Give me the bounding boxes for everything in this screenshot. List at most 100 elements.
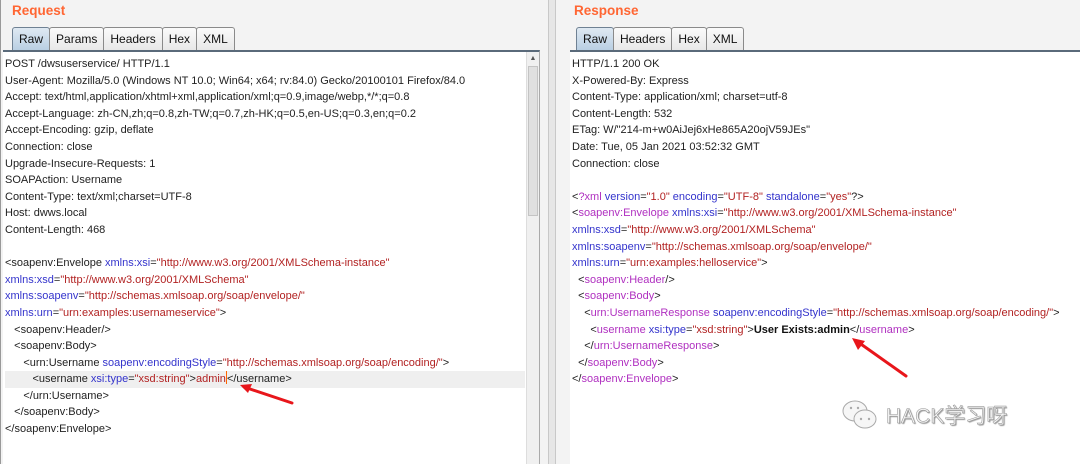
- text-line: <soapenv:Header/>: [572, 272, 1066, 289]
- scroll-up-icon[interactable]: ▲: [527, 55, 539, 62]
- text-segment: soapenv:Body: [587, 356, 658, 369]
- text-segment: version: [601, 190, 641, 203]
- text-segment: <: [572, 273, 585, 286]
- red-arrow-annotation: [852, 338, 908, 378]
- request-title: Request: [12, 3, 66, 18]
- text-line: Connection: close: [572, 156, 1066, 173]
- text-segment: "http://schemas.xmlsoap.org/soap/envelop…: [84, 290, 305, 303]
- text-line: POST /dwsuserservice/ HTTP/1.1: [5, 56, 525, 73]
- text-segment: <urn:Username: [5, 356, 103, 369]
- tab-headers[interactable]: Headers: [103, 27, 163, 50]
- split-pane-divider[interactable]: [548, 0, 556, 464]
- text-line: Content-Length: 468: [5, 222, 525, 239]
- text-segment: soapenv:encodingStyle: [102, 356, 217, 369]
- tab-params[interactable]: Params: [49, 27, 105, 50]
- text-segment: <username: [5, 373, 91, 386]
- text-segment: </urn:Username>: [5, 389, 109, 402]
- text-segment: xmlns:xsi: [668, 207, 718, 220]
- wechat-icon: [842, 400, 877, 429]
- scrollbar-thumb[interactable]: [528, 66, 538, 216]
- text-line: <?xml version="1.0" encoding="UTF-8" sta…: [572, 189, 1066, 206]
- watermark-text: HACK学习呀: [886, 405, 1008, 429]
- text-line: </soapenv:Body>: [572, 355, 1066, 372]
- text-line: SOAPAction: Username: [5, 172, 525, 189]
- text-segment: "UTF-8": [723, 190, 763, 203]
- text-segment: urn:UsernameResponse: [590, 306, 710, 319]
- text-segment: >: [761, 257, 768, 270]
- text-line: X-Powered-By: Express: [572, 73, 1066, 90]
- text-line: <soapenv:Envelope xmlns:xsi="http://www.…: [572, 205, 1066, 222]
- text-line: Connection: close: [5, 139, 525, 156]
- response-tabs: Raw Headers Hex XML: [576, 27, 745, 50]
- text-segment: "xsd:string": [134, 373, 190, 386]
- text-line: [5, 239, 525, 256]
- text-line: Content-Type: text/xml;charset=UTF-8: [5, 189, 525, 206]
- text-line: </urn:UsernameResponse>: [572, 338, 1066, 355]
- tab-xml[interactable]: XML: [196, 27, 235, 50]
- text-segment: Upgrade-Insecure-Requests: 1: [5, 157, 156, 170]
- text-line: Date: Tue, 05 Jan 2021 03:52:32 GMT: [572, 139, 1066, 156]
- text-segment: soapenv:encodingStyle: [709, 306, 827, 319]
- text-segment: <soapenv:Envelope: [5, 257, 105, 270]
- text-line: xmlns:soapenv="http://schemas.xmlsoap.or…: [5, 288, 525, 305]
- text-line: xmlns:xsd="http://www.w3.org/2001/XMLSch…: [572, 222, 1066, 239]
- text-line: <soapenv:Header/>: [5, 322, 525, 339]
- text-segment: Date: Tue, 05 Jan 2021 03:52:32 GMT: [572, 140, 760, 153]
- text-line: User-Agent: Mozilla/5.0 (Windows NT 10.0…: [5, 73, 525, 90]
- text-segment: >: [442, 356, 450, 369]
- text-segment: "urn:examples:usernameservice": [59, 306, 220, 319]
- text-segment: admin: [195, 373, 226, 386]
- tab-xml[interactable]: XML: [705, 27, 745, 50]
- response-title: Response: [574, 3, 639, 18]
- text-segment: "http://schemas.xmlsoap.org/soap/encodin…: [833, 306, 1054, 319]
- text-segment: POST /dwsuserservice/ HTTP/1.1: [5, 58, 170, 70]
- text-segment: soapenv:Envelope: [578, 207, 669, 220]
- text-segment: <soapenv:Body>: [5, 340, 97, 353]
- text-segment: soapenv:Envelope: [581, 373, 672, 386]
- text-segment: </: [572, 356, 588, 369]
- text-segment: </: [572, 340, 594, 353]
- request-scrollbar[interactable]: ▲: [526, 52, 539, 464]
- text-segment: SOAPAction: Username: [5, 174, 123, 187]
- text-segment: ETag: W/"214-m+w0AiJej6xHe865A20ojV59JEs…: [572, 124, 811, 137]
- tab-headers[interactable]: Headers: [613, 27, 673, 50]
- text-segment: <: [572, 290, 585, 303]
- text-line: <urn:Username soapenv:encodingStyle="htt…: [5, 355, 525, 372]
- text-segment: "1.0": [646, 190, 670, 203]
- text-segment: <: [572, 323, 597, 336]
- text-line: xmlns:urn="urn:examples:helloservice">: [572, 255, 1066, 272]
- response-raw-text[interactable]: HTTP/1.1 200 OK X-Powered-By: Express Cont…: [572, 56, 1066, 388]
- red-arrow-annotation: [240, 384, 294, 405]
- text-line: xmlns:urn="urn:examples:usernameservice"…: [5, 305, 525, 322]
- text-segment: "http://schemas.xmlsoap.org/soap/envelop…: [651, 240, 872, 253]
- text-line: <username xsi:type="xsd:string">User Exi…: [572, 322, 1066, 339]
- text-line: <soapenv:Body>: [5, 338, 525, 355]
- text-segment: xmlns:xsd: [5, 273, 54, 286]
- response-panel: Response Raw Headers Hex XML HTTP/1.1 200 O…: [556, 0, 1080, 464]
- text-segment: "xsd:string": [692, 323, 748, 336]
- text-segment: xmlns:urn: [572, 257, 620, 270]
- request-panel: Request Raw Params Headers Hex XML POST /dws…: [0, 0, 548, 464]
- text-segment: User-Agent: Mozilla/5.0 (Windows NT 10.0…: [5, 74, 466, 87]
- text-segment: />: [665, 273, 675, 286]
- text-line: Accept-Language: zh-CN,zh;q=0.8,zh-TW;q=…: [5, 106, 525, 123]
- text-segment: "http://www.w3.org/2001/XMLSchema-instan…: [723, 207, 957, 220]
- text-segment: soapenv:Header: [584, 273, 666, 286]
- text-segment: Accept: text/html,application/xhtml+xml,…: [5, 91, 410, 104]
- text-segment: <: [572, 306, 591, 319]
- tab-hex[interactable]: Hex: [671, 27, 707, 50]
- text-segment: Content-Length: 468: [5, 223, 106, 236]
- text-segment: Accept-Encoding: gzip, deflate: [5, 124, 154, 137]
- tab-hex[interactable]: Hex: [161, 27, 198, 50]
- tab-raw[interactable]: Raw: [12, 27, 51, 50]
- text-segment: >: [219, 306, 227, 319]
- tab-raw[interactable]: Raw: [576, 27, 615, 50]
- text-line: Accept-Encoding: gzip, deflate: [5, 122, 525, 139]
- text-line: Content-Type: application/xml; charset=u…: [572, 89, 1066, 106]
- text-line: </soapenv:Envelope>: [5, 421, 525, 438]
- text-segment: <soapenv:Header/>: [5, 323, 111, 336]
- text-line: <urn:UsernameResponse soapenv:encodingSt…: [572, 305, 1066, 322]
- request-tabs: Raw Params Headers Hex XML: [12, 27, 235, 50]
- text-segment: >: [654, 290, 661, 303]
- text-line: <soapenv:Body>: [572, 288, 1066, 305]
